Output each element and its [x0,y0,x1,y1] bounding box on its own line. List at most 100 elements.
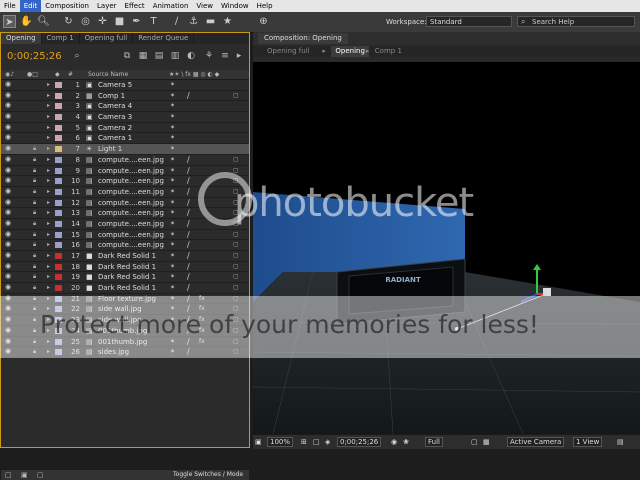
lock-icon[interactable]: 🔒︎ [33,231,36,239]
parent-3d-icon[interactable]: ▢ [233,294,239,304]
zoom-tool-icon[interactable]: 🔍︎ [37,15,50,28]
label-color-swatch[interactable] [55,327,62,334]
expand-twirl-icon[interactable]: ▸ [47,187,50,197]
label-color-swatch[interactable] [55,114,62,121]
parent-3d-icon[interactable]: ▢ [233,219,239,229]
always-preview-icon[interactable]: ▣ [255,437,262,447]
quality-switch-icon[interactable]: ∕ [187,230,190,240]
layer-row[interactable]: ◉ 🔒︎ ▸ ▤ ✶ ∕ ▢ 13 compute....een.jpg [1,208,249,219]
workspace-select[interactable]: Standard [426,16,512,27]
menu-item-window[interactable]: Window [217,0,253,12]
current-time-field[interactable]: 0;00;25;26 [337,437,382,447]
layer-name[interactable]: sides.jpg [98,347,129,357]
expand-twirl-icon[interactable]: ▸ [47,91,50,101]
layer-name[interactable]: Camera 2 [98,123,132,133]
mask-visibility-icon[interactable]: □ [313,437,320,447]
pixel-aspect-icon[interactable]: ▤ [617,437,624,447]
layer-name[interactable]: 001thumb.jpg [98,326,147,336]
label-color-swatch[interactable] [55,306,62,313]
layer-name[interactable]: compute....een.jpg [98,198,164,208]
frame-blending-icon[interactable]: ▥ [169,50,181,62]
quality-switch-icon[interactable]: ∕ [187,208,190,218]
expand-twirl-icon[interactable]: ▸ [47,101,50,111]
layer-row[interactable]: ◉ 🔒︎ ▸ ▤ ✶ ∕ fx ▢ 23 side wall.jpg [1,315,249,326]
layer-row[interactable]: ◉ 🔒︎ ▸ ■ ✶ ∕ ▢ 19 Dark Red Solid 1 [1,272,249,284]
shy-switch-icon[interactable]: ✶ [170,91,175,101]
quality-switch-icon[interactable]: ∕ [187,283,190,293]
breadcrumb-opening[interactable]: Opening [331,46,369,57]
shy-switch-icon[interactable]: ✶ [170,133,175,143]
shy-switch-icon[interactable]: ✶ [170,337,175,347]
layer-row[interactable]: ◉ 🔒︎ ▸ ▤ ✶ ∕ ▢ 12 compute....een.jpg [1,198,249,209]
visibility-eye-icon[interactable]: ◉ [5,262,13,270]
draft-3d-icon[interactable]: ▦ [137,50,149,62]
expand-twirl-icon[interactable]: ▸ [47,219,50,229]
layer-row[interactable]: ◉ ▸ ▣ ✶ 5 Camera 2 [1,123,249,134]
layer-name[interactable]: side wall.jpg [98,304,142,314]
layer-row[interactable]: ◉ 🔒︎ ▸ ☀ ✶ 7 Light 1 [1,144,249,155]
menu-item-composition[interactable]: Composition [41,0,93,12]
label-color-swatch[interactable] [55,146,62,153]
parent-3d-icon[interactable]: ▢ [233,272,239,282]
source-name-header[interactable]: Source Name [88,70,128,79]
label-color-swatch[interactable] [55,178,62,185]
transparency-grid-icon[interactable]: ▦ [483,437,490,447]
layer-name[interactable]: Light 1 [98,144,122,154]
expand-twirl-icon[interactable]: ▸ [47,347,50,357]
region-of-interest-icon[interactable]: ▢ [471,437,478,447]
visibility-eye-icon[interactable]: ◉ [5,316,13,323]
layer-row[interactable]: ◉ ▸ ▣ ✶ 3 Camera 4 [1,101,249,113]
shy-switch-icon[interactable]: ✶ [170,198,175,208]
label-color-swatch[interactable] [55,253,62,259]
shy-switch-icon[interactable]: ✶ [170,304,175,314]
parent-3d-icon[interactable]: ▢ [233,347,239,357]
label-color-swatch[interactable] [55,124,62,131]
menu-item-animation[interactable]: Animation [149,0,193,12]
shy-switch-icon[interactable]: ✶ [170,272,175,282]
toggle-switches-modes-button[interactable]: Toggle Switches / Mode [173,470,243,480]
layer-row[interactable]: ◉ 🔒︎ ▸ ▤ ✶ ∕ fx ▢ 22 side wall.jpg [1,304,249,316]
visibility-eye-icon[interactable]: ◉ [5,284,13,291]
shy-switch-icon[interactable]: ✶ [170,80,175,90]
shy-switch-icon[interactable]: ✶ [170,347,175,357]
quality-switch-icon[interactable]: ∕ [187,337,190,347]
expand-twirl-icon[interactable]: ▸ [47,262,50,272]
label-color-swatch[interactable] [55,103,62,110]
label-color-swatch[interactable] [55,349,62,356]
label-color-swatch[interactable] [55,242,62,249]
visibility-eye-icon[interactable]: ◉ [5,91,13,99]
layer-name[interactable]: compute....een.jpg [98,176,164,186]
brush-tool-icon[interactable]: ∕ [170,15,183,28]
lock-icon[interactable]: 🔒︎ [33,177,36,185]
layer-name[interactable]: Dark Red Solid 1 [98,262,156,272]
parent-3d-icon[interactable]: ▢ [233,230,239,240]
visibility-eye-icon[interactable]: ◉ [5,166,13,174]
expand-twirl-icon[interactable]: ▸ [47,208,50,218]
label-color-swatch[interactable] [55,231,62,238]
label-color-swatch[interactable] [55,92,62,99]
parent-3d-icon[interactable]: ▢ [233,208,239,218]
layer-name[interactable]: compute....een.jpg [98,208,164,218]
hide-shy-layers-icon[interactable]: ▤ [153,50,165,62]
clone-stamp-tool-icon[interactable]: ⚓ [187,15,200,28]
expand-twirl-icon[interactable]: ▸ [47,144,50,154]
visibility-eye-icon[interactable]: ◉ [5,348,13,355]
shy-switch-icon[interactable]: ✶ [170,230,175,240]
quality-switch-icon[interactable]: ∕ [187,251,190,261]
visibility-eye-icon[interactable]: ◉ [5,113,13,120]
visibility-eye-icon[interactable]: ◉ [5,155,13,163]
expand-twirl-icon[interactable]: ▸ [47,80,50,90]
rectangle-tool-icon[interactable]: ■ [113,15,126,28]
shy-switch-icon[interactable]: ✶ [170,240,175,250]
layer-row[interactable]: ◉ 🔒︎ ▸ ▤ ✶ ∕ ▢ 8 compute....een.jpg [1,155,249,166]
lock-icon[interactable]: 🔒︎ [33,327,36,335]
layer-name[interactable]: Camera 4 [98,101,132,111]
parent-3d-icon[interactable]: ▢ [233,251,239,261]
expand-switches-icon[interactable]: □ [5,470,12,480]
layer-row[interactable]: ◉ ▸ ▦ ✶ ∕ ▢ 2 Comp 1 [1,91,249,102]
visibility-eye-icon[interactable]: ◉ [5,123,13,131]
shy-switch-icon[interactable]: ✶ [170,315,175,325]
label-color-swatch[interactable] [55,285,62,292]
label-color-swatch[interactable] [55,295,62,302]
visibility-eye-icon[interactable]: ◉ [5,145,13,152]
